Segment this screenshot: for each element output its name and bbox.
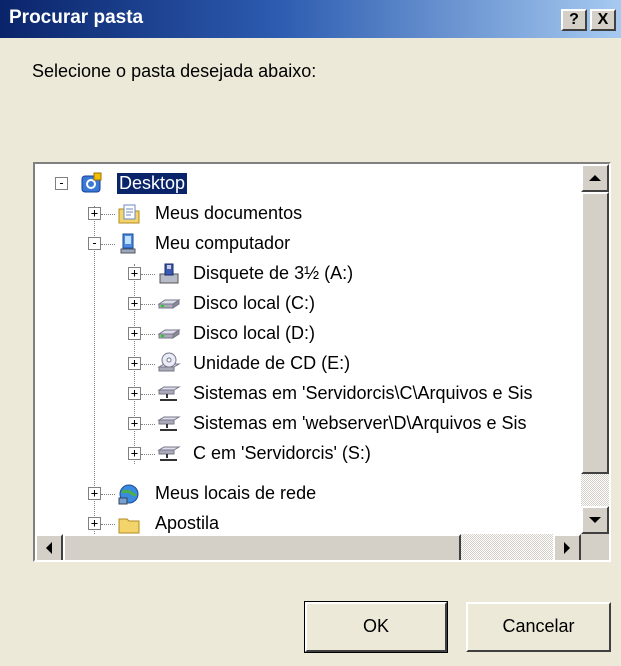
expand-toggle[interactable]: +: [128, 297, 141, 310]
tree-item-cd-e[interactable]: + Unidade de CD (E:): [35, 351, 575, 377]
collapse-toggle[interactable]: -: [88, 237, 101, 250]
hard-drive-icon: [157, 329, 181, 339]
help-button[interactable]: ?: [561, 9, 587, 31]
tree-item-label: Disco local (D:): [193, 323, 316, 343]
tree-item-floppy-a[interactable]: + Disquete de 3½ (A:): [35, 261, 575, 287]
expand-toggle[interactable]: +: [128, 327, 141, 340]
expand-toggle[interactable]: +: [88, 487, 101, 500]
arrow-up-icon: [589, 175, 601, 181]
vertical-scroll-thumb[interactable]: [581, 192, 609, 474]
folder-icon: [118, 518, 140, 534]
tree-item-label: Meus locais de rede: [155, 483, 317, 503]
collapse-toggle[interactable]: -: [55, 177, 68, 190]
tree-item-network-drive-webserver[interactable]: + Sistemas em 'webserver\D\Arquivos e Si…: [35, 411, 575, 437]
tree-item-local-disk-d[interactable]: + Disco local (D:): [35, 321, 575, 347]
tree-item-network-drive-servidorcis[interactable]: + Sistemas em 'Servidorcis\C\Arquivos e …: [35, 381, 575, 407]
browse-folder-dialog: Procurar pasta ? X Selecione o pasta des…: [0, 0, 621, 666]
tree-item-desktop[interactable]: - Desktop: [35, 171, 575, 197]
hard-drive-icon: [157, 299, 181, 309]
instruction-text: Selecione o pasta desejada abaixo:: [32, 61, 317, 81]
tree-item-label: Apostila: [155, 513, 220, 533]
tree-item-label: C em 'Servidorcis' (S:): [193, 443, 371, 463]
tree-item-label: Disquete de 3½ (A:): [193, 263, 354, 283]
expand-toggle[interactable]: +: [128, 447, 141, 460]
tree-item-my-computer[interactable]: - Meu computador: [35, 231, 575, 257]
horizontal-scrollbar[interactable]: [35, 534, 581, 560]
scroll-down-button[interactable]: [581, 506, 609, 534]
arrow-left-icon: [46, 542, 52, 554]
computer-icon: [120, 233, 136, 254]
scroll-left-button[interactable]: [35, 534, 63, 560]
tree-item-label: Sistemas em 'webserver\D\Arquivos e Sis: [193, 413, 527, 433]
ok-button[interactable]: OK: [304, 601, 448, 653]
expand-toggle[interactable]: +: [128, 387, 141, 400]
title-bar[interactable]: Procurar pasta ? X: [0, 0, 621, 38]
expand-toggle[interactable]: +: [128, 357, 141, 370]
tree-item-label: Meu computador: [155, 233, 291, 253]
close-button[interactable]: X: [590, 9, 616, 31]
tree-item-network-drive-s[interactable]: + C em 'Servidorcis' (S:): [35, 441, 575, 467]
scrollbar-corner: [581, 534, 609, 560]
arrow-right-icon: [564, 542, 570, 554]
tree-item-label: Sistemas em 'Servidorcis\C\Arquivos e Si…: [193, 383, 533, 403]
floppy-drive-icon: [159, 263, 179, 284]
desktop-icon: [81, 172, 102, 193]
scroll-right-button[interactable]: [553, 534, 581, 560]
tree-item-label: Disco local (C:): [193, 293, 316, 313]
arrow-down-icon: [589, 517, 601, 523]
network-places-icon: [118, 484, 139, 505]
tree-item-apostila[interactable]: + Apostila: [35, 511, 575, 534]
window-title: Procurar pasta: [9, 7, 144, 28]
close-icon: X: [597, 11, 609, 28]
tree-item-label: Desktop: [117, 173, 188, 194]
tree-viewport: - Desktop + Meus documentos - Meu comput…: [35, 164, 583, 534]
tree-item-label: Meus documentos: [155, 203, 303, 223]
network-drive-icon: [157, 416, 181, 431]
vertical-scrollbar[interactable]: [581, 164, 609, 534]
expand-toggle[interactable]: +: [128, 267, 141, 280]
tree-item-local-disk-c[interactable]: + Disco local (C:): [35, 291, 575, 317]
tree-item-network-places[interactable]: + Meus locais de rede: [35, 481, 575, 507]
scroll-up-button[interactable]: [581, 164, 609, 192]
horizontal-scroll-thumb[interactable]: [63, 534, 461, 560]
help-icon: ?: [569, 11, 579, 28]
expand-toggle[interactable]: +: [88, 207, 101, 220]
network-drive-icon: [157, 446, 181, 461]
expand-toggle[interactable]: +: [128, 417, 141, 430]
tree-item-my-documents[interactable]: + Meus documentos: [35, 201, 575, 227]
cancel-button[interactable]: Cancelar: [466, 602, 611, 652]
expand-toggle[interactable]: +: [88, 517, 101, 530]
cd-drive-icon: [157, 352, 181, 372]
folder-tree[interactable]: - Desktop + Meus documentos - Meu comput…: [33, 162, 611, 562]
network-drive-icon: [157, 386, 181, 401]
tree-item-label: Unidade de CD (E:): [193, 353, 351, 373]
folder-documents-icon: [118, 204, 140, 224]
